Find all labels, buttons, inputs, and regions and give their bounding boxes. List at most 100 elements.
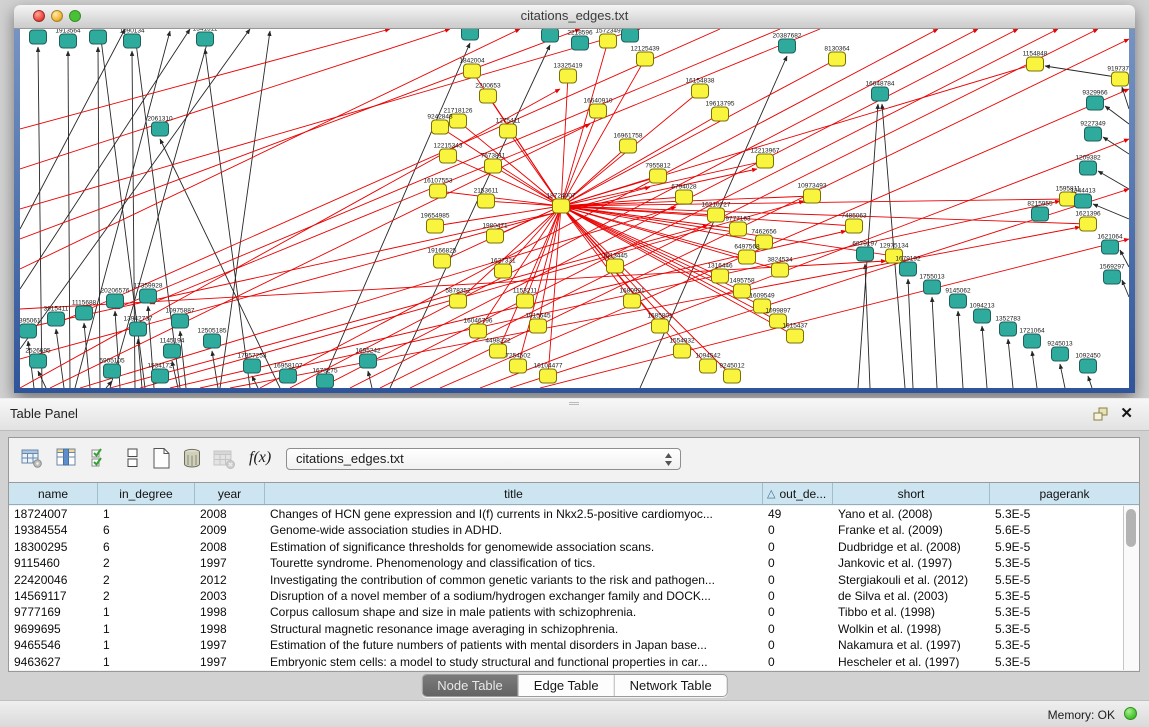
- graph-edge[interactable]: [110, 225, 708, 388]
- column-header-year[interactable]: year: [195, 483, 265, 504]
- graph-edge[interactable]: [20, 29, 125, 229]
- graph-edge[interactable]: [865, 264, 870, 388]
- table-row[interactable]: 946362711997Embryonic stem cells: a mode…: [9, 654, 1124, 670]
- cell-short[interactable]: Hescheler et al. (1997): [833, 654, 990, 670]
- cell-short[interactable]: Tibbo et al. (1998): [833, 604, 990, 620]
- cell-pagerank[interactable]: 5.6E-5: [990, 522, 1124, 538]
- graph-node[interactable]: [30, 30, 47, 44]
- graph-node[interactable]: [1080, 161, 1097, 175]
- graph-node[interactable]: [712, 107, 729, 121]
- graph-edge[interactable]: [68, 51, 70, 388]
- cell-in_degree[interactable]: 1: [98, 604, 195, 620]
- graph-node[interactable]: [510, 359, 527, 373]
- cell-name[interactable]: 9699695: [9, 621, 98, 637]
- cell-title[interactable]: Estimation of significance thresholds fo…: [265, 539, 763, 555]
- graph-edge[interactable]: [1103, 137, 1129, 154]
- table-row[interactable]: 1830029562008Estimation of significance …: [9, 539, 1124, 555]
- cell-in_degree[interactable]: 1: [98, 637, 195, 653]
- graph-edge[interactable]: [1008, 339, 1013, 388]
- graph-node[interactable]: [872, 87, 889, 101]
- cell-short[interactable]: Jankovic et al. (1997): [833, 555, 990, 571]
- scrollbar-thumb[interactable]: [1126, 509, 1136, 547]
- graph-edge[interactable]: [84, 323, 90, 388]
- cell-pagerank[interactable]: 5.5E-5: [990, 572, 1124, 588]
- graph-node[interactable]: [637, 52, 654, 66]
- graph-node[interactable]: [434, 254, 451, 268]
- cell-short[interactable]: de Silva et al. (2003): [833, 588, 990, 604]
- row-height-icon[interactable]: [125, 447, 141, 474]
- graph-edge[interactable]: [38, 47, 42, 388]
- graph-edge[interactable]: [110, 33, 210, 388]
- panel-resize-grip[interactable]: [569, 401, 579, 407]
- graph-node[interactable]: [772, 263, 789, 277]
- cell-out_degree[interactable]: 0: [763, 604, 833, 620]
- float-panel-icon[interactable]: [1093, 407, 1109, 427]
- graph-node[interactable]: [829, 52, 846, 66]
- graph-node[interactable]: [540, 369, 557, 383]
- graph-node[interactable]: [480, 89, 497, 103]
- graph-node[interactable]: [900, 262, 917, 276]
- cell-year[interactable]: 2009: [195, 522, 265, 538]
- cell-title[interactable]: Disruption of a novel member of a sodium…: [265, 588, 763, 604]
- cell-out_degree[interactable]: 0: [763, 621, 833, 637]
- graph-node[interactable]: [464, 64, 481, 78]
- graph-node[interactable]: [724, 369, 741, 383]
- graph-node[interactable]: [757, 154, 774, 168]
- table-row[interactable]: 1938455462009Genome-wide association stu…: [9, 522, 1124, 538]
- cell-out_degree[interactable]: 0: [763, 588, 833, 604]
- cell-pagerank[interactable]: 5.3E-5: [990, 604, 1124, 620]
- cell-out_degree[interactable]: 0: [763, 572, 833, 588]
- select-columns-icon[interactable]: [91, 447, 113, 474]
- graph-edge[interactable]: [438, 191, 561, 206]
- vertical-scrollbar[interactable]: [1123, 506, 1139, 670]
- graph-node[interactable]: [432, 120, 449, 134]
- table-row[interactable]: 1872400712008Changes of HCN gene express…: [9, 506, 1124, 522]
- graph-edge[interactable]: [958, 311, 963, 388]
- graph-node[interactable]: [1075, 194, 1092, 208]
- cell-year[interactable]: 1998: [195, 621, 265, 637]
- graph-node[interactable]: [600, 34, 617, 48]
- cell-title[interactable]: Investigating the contribution of common…: [265, 572, 763, 588]
- graph-node[interactable]: [490, 344, 507, 358]
- graph-edge[interactable]: [56, 329, 64, 388]
- graph-edge[interactable]: [493, 166, 561, 206]
- graph-node[interactable]: [244, 359, 261, 373]
- graph-node[interactable]: [553, 199, 570, 213]
- graph-edge[interactable]: [1088, 376, 1092, 388]
- cell-title[interactable]: Changes of HCN gene expression and I(f) …: [265, 506, 763, 522]
- edit-columns-icon[interactable]: [56, 447, 78, 474]
- graph-node[interactable]: [622, 29, 639, 42]
- graph-edge[interactable]: [252, 376, 258, 388]
- graph-node[interactable]: [650, 169, 667, 183]
- graph-node[interactable]: [924, 280, 941, 294]
- table-row[interactable]: 969969511998Structural magnetic resonanc…: [9, 621, 1124, 637]
- graph-edge[interactable]: [1098, 171, 1129, 189]
- delete-table-icon[interactable]: [213, 447, 237, 476]
- graph-node[interactable]: [517, 294, 534, 308]
- graph-node[interactable]: [478, 194, 495, 208]
- cell-short[interactable]: Stergiakouli et al. (2012): [833, 572, 990, 588]
- graph-node[interactable]: [560, 69, 577, 83]
- graph-node[interactable]: [542, 29, 559, 42]
- graph-node[interactable]: [124, 34, 141, 48]
- graph-node[interactable]: [164, 344, 181, 358]
- graph-node[interactable]: [140, 289, 157, 303]
- graph-node[interactable]: [1032, 207, 1049, 221]
- cell-in_degree[interactable]: 6: [98, 522, 195, 538]
- cell-name[interactable]: 9465546: [9, 637, 98, 653]
- tab-network-table[interactable]: Network Table: [615, 675, 727, 696]
- graph-node[interactable]: [197, 32, 214, 46]
- cell-short[interactable]: Wolkin et al. (1998): [833, 621, 990, 637]
- graph-edge[interactable]: [368, 371, 372, 388]
- cell-title[interactable]: Embryonic stem cells: a model to study s…: [265, 654, 763, 670]
- graph-node[interactable]: [1080, 359, 1097, 373]
- cell-name[interactable]: 9115460: [9, 555, 98, 571]
- cell-pagerank[interactable]: 5.3E-5: [990, 588, 1124, 604]
- cell-name[interactable]: 22420046: [9, 572, 98, 588]
- cell-in_degree[interactable]: 1: [98, 654, 195, 670]
- cell-year[interactable]: 1997: [195, 637, 265, 653]
- cell-pagerank[interactable]: 5.9E-5: [990, 539, 1124, 555]
- delete-rows-icon[interactable]: [181, 447, 205, 476]
- cell-year[interactable]: 2008: [195, 539, 265, 555]
- graph-node[interactable]: [30, 354, 47, 368]
